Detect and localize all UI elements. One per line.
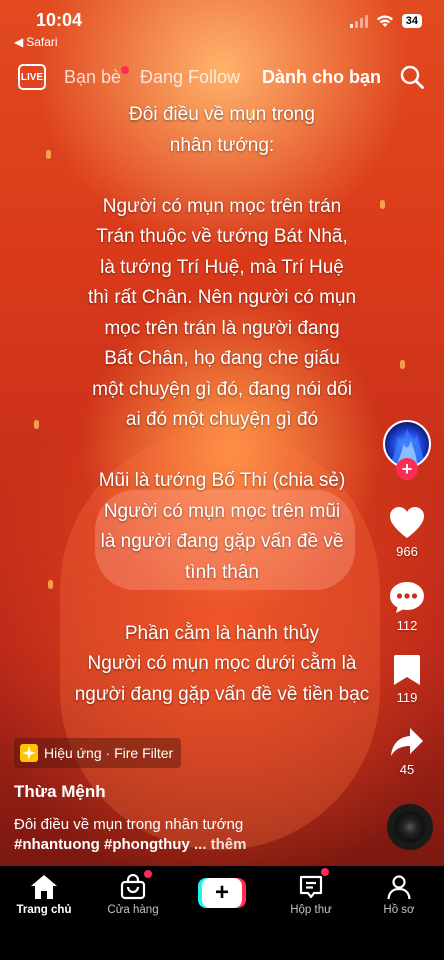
- description-text: Đôi điều về mụn trong nhân tướng: [14, 816, 244, 833]
- profile-icon: [387, 875, 411, 900]
- bottom-tab-bar: Trang chủ Cửa hàng + Hộp thư Hồ sơ: [0, 866, 444, 960]
- hashtag-links[interactable]: #nhantuong #phongthuy: [14, 836, 190, 853]
- caption-line: Đôi điều về mụn trong: [129, 104, 315, 125]
- back-to-app-link[interactable]: ◀ Safari: [14, 35, 58, 49]
- share-arrow-icon: [391, 728, 423, 756]
- caption-line: Người có mụn mọc dưới cằm là: [87, 653, 357, 674]
- tab-shop-label: Cửa hàng: [107, 904, 159, 916]
- inbox-message-icon: [299, 875, 323, 899]
- wifi-icon: [376, 14, 393, 27]
- caption-line: [0, 436, 444, 467]
- favorite-count: 119: [396, 690, 418, 705]
- caption-line: một chuyện gì đó, đang nói dối: [92, 378, 352, 400]
- bookmark-icon: [394, 655, 420, 685]
- caption-line: Mũi là tướng Bố Thí (chia sẻ): [98, 470, 346, 491]
- caption-line: nhân tướng:: [169, 134, 275, 156]
- caption-line: Người có mụn mọc trên trán: [102, 195, 342, 217]
- tab-shop[interactable]: Cửa hàng: [93, 874, 173, 916]
- shop-notification-dot: [144, 870, 152, 878]
- create-post-button[interactable]: +: [198, 878, 246, 908]
- caption-line: là người đang gặp vấn đề về: [100, 531, 344, 552]
- battery-indicator: 34: [401, 14, 422, 28]
- comment-button[interactable]: 112: [380, 580, 434, 633]
- tab-home[interactable]: Trang chủ: [4, 874, 84, 916]
- caption-line: [0, 161, 444, 192]
- music-disc-icon[interactable]: [387, 804, 433, 850]
- plus-icon: +: [202, 878, 242, 908]
- tab-friends[interactable]: Bạn bè: [64, 67, 121, 88]
- caption-line: mọc trên trán là người đang: [104, 317, 340, 339]
- tab-for-you[interactable]: Dành cho bạn: [262, 67, 381, 88]
- effect-label: Hiệu ứng · Fire Filter: [44, 745, 174, 761]
- search-icon[interactable]: [400, 65, 424, 89]
- home-icon: [31, 875, 57, 899]
- see-more-link[interactable]: ... thêm: [194, 836, 247, 853]
- inbox-notification-dot: [321, 868, 329, 876]
- caption-line: Phần cằm là hành thủy: [124, 622, 320, 644]
- comment-icon: [390, 582, 424, 613]
- tab-home-label: Trang chủ: [16, 904, 72, 916]
- video-caption-overlay: Đôi điều về mụn trong nhân tướng: Người …: [0, 100, 444, 710]
- heart-icon: [390, 507, 424, 538]
- effect-sparkle-icon: [20, 744, 38, 762]
- effect-chip[interactable]: Hiệu ứng · Fire Filter: [14, 738, 182, 768]
- caption-line: [0, 588, 444, 619]
- shopping-bag-icon: [120, 874, 146, 900]
- tab-profile-label: Hồ sơ: [383, 904, 415, 916]
- back-app-label: Safari: [26, 35, 58, 49]
- status-time: 10:04: [36, 10, 83, 30]
- status-icons: 34: [349, 14, 422, 28]
- caption-line: Người có mụn mọc trên mũi: [103, 500, 341, 522]
- share-button[interactable]: 45: [380, 726, 434, 777]
- caption-line: ai đó một chuyện gì đó: [125, 409, 319, 430]
- share-count: 45: [399, 762, 415, 777]
- tab-inbox-label: Hộp thư: [290, 904, 332, 916]
- tab-profile[interactable]: Hồ sơ: [359, 874, 439, 916]
- comment-count: 112: [396, 618, 418, 633]
- caption-line: Trán thuộc về tướng Bát Nhã,: [96, 226, 348, 247]
- like-button[interactable]: 966: [380, 506, 434, 559]
- caption-line: là tướng Trí Huệ, mà Trí Huệ: [100, 256, 344, 278]
- notification-dot: [121, 66, 129, 74]
- live-icon[interactable]: LIVE: [18, 64, 46, 90]
- creator-username[interactable]: Thừa Mệnh: [14, 782, 106, 802]
- cellular-signal-icon: [349, 14, 368, 28]
- caption-line: người đang gặp vấn đề về tiền bạc: [74, 683, 370, 705]
- caption-line: thì rất Chân. Nên người có mụn: [87, 287, 357, 308]
- post-description: Đôi điều về mụn trong nhân tướng #nhantu…: [14, 815, 374, 855]
- back-triangle-icon: ◀: [14, 35, 24, 49]
- caption-line: Bất Chân, họ đang che giấu: [104, 348, 340, 369]
- top-feed-nav: LIVE Bạn bè Đang Follow Dành cho bạn: [0, 60, 444, 94]
- follow-plus-button[interactable]: +: [396, 458, 418, 480]
- caption-line: tình thân: [185, 561, 259, 583]
- like-count: 966: [396, 544, 418, 559]
- favorite-button[interactable]: 119: [380, 654, 434, 705]
- tab-following[interactable]: Đang Follow: [140, 67, 240, 88]
- tab-inbox[interactable]: Hộp thư: [271, 874, 351, 916]
